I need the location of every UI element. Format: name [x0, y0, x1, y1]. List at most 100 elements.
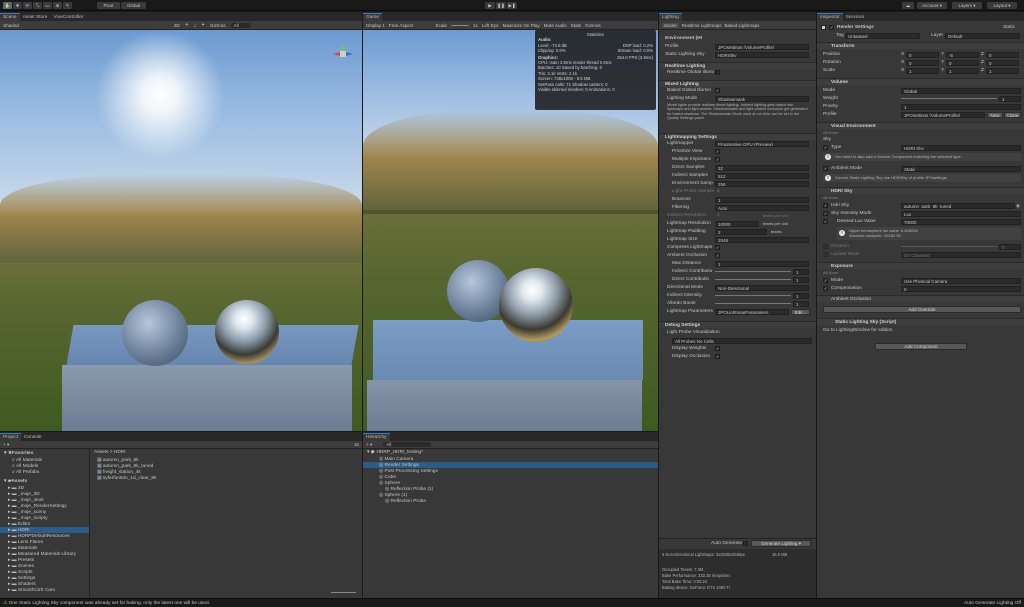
tab-baked-lightmaps[interactable]: Baked Lightmaps: [725, 23, 760, 28]
move-tool-icon[interactable]: ✥: [13, 2, 22, 9]
indirect-samples-field[interactable]: 512: [715, 173, 809, 179]
cloud-icon[interactable]: ☁: [902, 2, 914, 9]
indirect-contrib-field[interactable]: 1: [793, 269, 809, 275]
object-picker-icon[interactable]: ◉: [1016, 203, 1021, 209]
probe-vis-dropdown[interactable]: All Probes No Cells: [672, 338, 812, 344]
account-dropdown[interactable]: Account ▾: [917, 2, 947, 9]
intensity-mode-dropdown[interactable]: Lux: [901, 211, 1021, 217]
2d-toggle[interactable]: 2D: [174, 23, 180, 28]
scl-z-field[interactable]: 1: [986, 68, 1019, 74]
lighting-mode-dropdown[interactable]: Shadowmask: [715, 96, 809, 102]
lightmapping-header[interactable]: Lightmapping Settings: [659, 133, 816, 140]
expand-arrow-icon[interactable]: ▸: [8, 504, 10, 509]
expand-arrow-icon[interactable]: ▸: [8, 564, 10, 569]
aspect-dropdown[interactable]: Free Aspect: [389, 23, 414, 28]
custom-tool-icon[interactable]: ✎: [63, 2, 72, 9]
baked-gi-checkbox[interactable]: ✓: [715, 88, 720, 93]
display-weights-checkbox[interactable]: ✓: [715, 346, 720, 351]
global-button[interactable]: Global: [121, 2, 146, 9]
expand-arrow-icon[interactable]: ▸: [8, 486, 10, 491]
light-toggle-icon[interactable]: ☀: [185, 22, 189, 28]
lm-pad-field[interactable]: 2: [715, 229, 767, 235]
ao-checkbox[interactable]: ✓: [715, 253, 720, 258]
lm-params-edit-button[interactable]: Edit...: [791, 309, 810, 315]
game-viewport[interactable]: Statistics Audio: Level: -74.8 dB DSP loa…: [363, 30, 658, 431]
expand-arrow-icon[interactable]: ▸: [8, 546, 10, 551]
hdri-all-none[interactable]: All None: [823, 195, 838, 200]
expand-arrow-icon[interactable]: ▸: [8, 516, 10, 521]
ind-intensity-slider[interactable]: [715, 295, 791, 296]
eye-dropdown[interactable]: Left Eye: [482, 23, 499, 28]
tab-realtime-lightmaps[interactable]: Realtime Lightmaps: [682, 23, 722, 28]
rotate-tool-icon[interactable]: ⟳: [23, 2, 32, 9]
folder-item[interactable]: ▸ ▬ SmoothCtrlr Cam: [0, 587, 89, 593]
expand-arrow-icon[interactable]: ▸: [8, 558, 10, 563]
tab-asset-store[interactable]: Asset Store: [20, 13, 51, 21]
stats-toggle[interactable]: Stats: [571, 23, 581, 28]
multiple-importance-checkbox[interactable]: ✓: [715, 157, 720, 162]
hand-tool-icon[interactable]: ✋: [3, 2, 12, 9]
static-label[interactable]: Static: [1003, 25, 1015, 30]
favorites-node[interactable]: ▾ ★ Favorites: [0, 450, 89, 456]
tab-inspector[interactable]: Inspector: [817, 13, 843, 21]
lm-res-field[interactable]: 10000: [715, 221, 759, 227]
pause-button[interactable]: ❚❚: [496, 2, 506, 9]
hdri-cubemap-field[interactable]: autumn_park_8k_tuned: [901, 203, 1015, 209]
exp-mode-checkbox[interactable]: ✓: [823, 278, 828, 283]
generate-lighting-button[interactable]: Generate Lighting ▾: [751, 540, 811, 547]
expand-arrow-icon[interactable]: ▸: [8, 522, 10, 527]
sky-type-dropdown[interactable]: HDRI Sky: [901, 145, 1021, 151]
display-dropdown[interactable]: Display 1: [366, 23, 385, 28]
pos-z-field[interactable]: 0: [986, 52, 1019, 58]
visual-env-all-none[interactable]: All None: [823, 130, 838, 135]
pos-x-field[interactable]: 0: [906, 52, 939, 58]
expand-arrow-icon[interactable]: ▸: [8, 528, 10, 533]
tab-scene[interactable]: Scene: [0, 13, 20, 21]
expand-arrow-icon[interactable]: ▸: [8, 576, 10, 581]
intensity-mode-checkbox[interactable]: ✓: [823, 211, 828, 216]
exposure-all-none[interactable]: All None: [823, 270, 838, 275]
add-component-button[interactable]: Add Component: [875, 343, 967, 350]
expand-arrow-icon[interactable]: ▸: [8, 534, 10, 539]
direct-contrib-field[interactable]: 1: [793, 277, 809, 283]
expand-arrow-icon[interactable]: ▸: [8, 570, 10, 575]
sky-rotation-slider[interactable]: [901, 246, 997, 247]
tab-hierarchy[interactable]: Hierarchy: [363, 433, 390, 441]
game-gizmos-dropdown[interactable]: Gizmos: [585, 23, 601, 28]
step-button[interactable]: ▶❚: [507, 2, 517, 9]
ambient-occlusion-header[interactable]: Ambient Occlusion: [817, 295, 1024, 302]
bounces-dropdown[interactable]: 1: [715, 197, 809, 203]
transform-header[interactable]: Transform: [817, 42, 1024, 49]
update-override-checkbox[interactable]: [823, 252, 828, 257]
albedo-field[interactable]: 1: [793, 301, 809, 307]
zoom-slider[interactable]: [331, 592, 356, 593]
pivot-button[interactable]: Pivot: [97, 2, 120, 9]
hdri-override-checkbox[interactable]: ✓: [823, 203, 828, 208]
priority-field[interactable]: 1: [901, 104, 1021, 110]
mode-dropdown[interactable]: Global: [901, 88, 1021, 94]
dir-mode-dropdown[interactable]: Non-Directional: [715, 285, 809, 291]
layer-dropdown[interactable]: Default: [945, 33, 1020, 39]
static-sky-script-header[interactable]: Static Lighting Sky (Script): [817, 318, 1024, 325]
lux-override-checkbox[interactable]: ✓: [823, 219, 828, 224]
expand-arrow-icon[interactable]: ▸: [8, 582, 10, 587]
rect-tool-icon[interactable]: ▭: [43, 2, 52, 9]
volume-header[interactable]: Volume: [817, 78, 1024, 85]
display-occlusion-checkbox[interactable]: ✓: [715, 354, 720, 359]
scene-search[interactable]: All: [230, 22, 251, 28]
status-warning[interactable]: ⚠ One Static Lighting Sky component was …: [3, 601, 210, 606]
scene-node[interactable]: ▾ ◆ HDRP_HDRI_testing*: [363, 449, 658, 455]
filtering-dropdown[interactable]: Auto: [715, 205, 809, 211]
lm-params-dropdown[interactable]: JPOLightmapParameters: [715, 309, 789, 315]
hdri-sky-header[interactable]: HDRI Sky: [817, 187, 1024, 194]
active-checkbox[interactable]: ✓: [829, 25, 834, 30]
layout-dropdown[interactable]: Layout ▾: [987, 2, 1017, 9]
rot-z-field[interactable]: 0: [986, 60, 1019, 66]
rot-y-field[interactable]: 0: [946, 60, 979, 66]
create-plus-icon[interactable]: + ▾: [3, 442, 9, 448]
transform-tool-icon[interactable]: ⊕: [53, 2, 62, 9]
assets-node[interactable]: ▾ ▰ Assets: [0, 478, 89, 484]
realtime-gi-checkbox[interactable]: [715, 70, 720, 75]
exposure-header[interactable]: Exposure: [817, 262, 1024, 269]
compress-checkbox[interactable]: ✓: [715, 245, 720, 250]
